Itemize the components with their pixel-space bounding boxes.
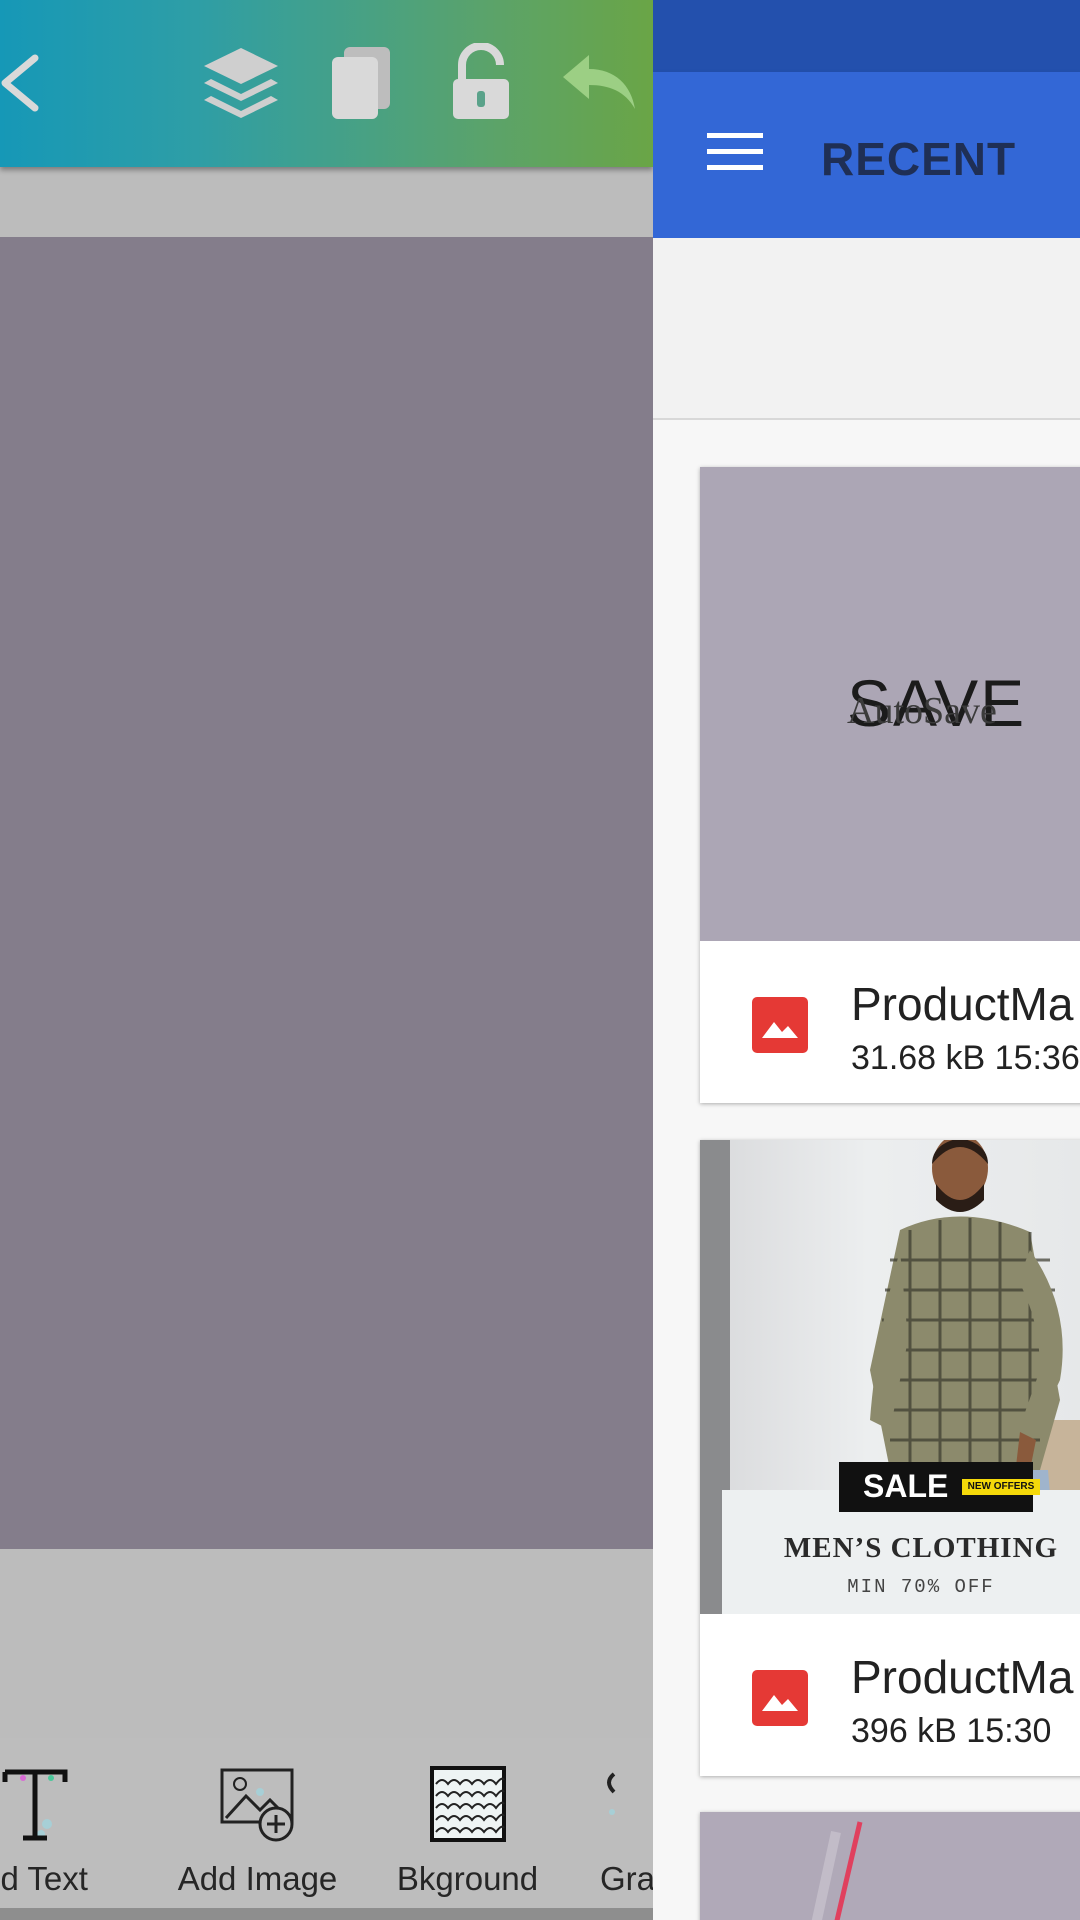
status-bar — [653, 0, 1080, 72]
poster-title: MEN’S CLOTHING — [783, 1532, 1059, 1564]
hamburger-menu-icon[interactable] — [707, 124, 763, 180]
background-pattern-icon — [380, 1762, 555, 1846]
image-file-icon — [752, 997, 808, 1053]
image-file-icon — [752, 1670, 808, 1726]
poster-subtitle: MIN 70% OFF — [847, 1576, 995, 1598]
file-thumbnail[interactable] — [700, 1812, 1080, 1920]
back-chevron-icon[interactable] — [0, 40, 62, 126]
panel-header-space — [653, 238, 1080, 420]
graphics-label: Gra — [600, 1860, 653, 1897]
file-meta: 396 kB 15:30 — [851, 1712, 1052, 1750]
graphics-tool[interactable]: Gra — [600, 1762, 653, 1912]
background-tool[interactable]: Bkground — [380, 1762, 555, 1912]
file-thumbnail[interactable]: MEN’S CLOTHING MIN 70% OFF SALE NEW OFFE… — [700, 1140, 1080, 1614]
app-bar: RECENT — [653, 72, 1080, 238]
graphics-icon — [600, 1762, 653, 1846]
recent-file-card[interactable] — [700, 1812, 1080, 1920]
recent-drawer: RECENT SAVE AutoSave ProductMa 31.68 kB … — [653, 0, 1080, 1920]
duplicate-icon[interactable] — [318, 40, 404, 126]
undo-icon[interactable] — [556, 40, 642, 126]
add-image-icon — [160, 1762, 355, 1846]
add-image-label: Add Image — [177, 1860, 338, 1897]
background-label: Bkground — [396, 1860, 539, 1897]
thumbnail-autosave-text: AutoSave — [847, 690, 997, 732]
recent-file-card[interactable]: SAVE AutoSave ProductMa 31.68 kB 15:36 — [700, 467, 1080, 1103]
offers-tag: NEW OFFERS — [962, 1479, 1040, 1495]
file-thumbnail[interactable]: SAVE AutoSave — [700, 467, 1080, 941]
page-title: RECENT — [821, 133, 1017, 185]
unlock-icon[interactable] — [438, 40, 524, 126]
bottom-divider — [0, 1908, 653, 1920]
sale-badge: SALE NEW OFFERS — [839, 1462, 1040, 1512]
editor-toolbar — [0, 0, 653, 167]
recent-file-card[interactable]: MEN’S CLOTHING MIN 70% OFF SALE NEW OFFE… — [700, 1140, 1080, 1776]
add-text-icon — [0, 1762, 120, 1846]
layers-icon[interactable] — [198, 40, 284, 126]
file-info: ProductMa 31.68 kB 15:36 — [700, 941, 1080, 1102]
file-info: ProductMa 396 kB 15:30 — [700, 1614, 1080, 1775]
file-name: ProductMa — [851, 1651, 1074, 1703]
thumbnail-text: SAVE AutoSave — [847, 665, 1047, 745]
add-image-tool[interactable]: Add Image — [160, 1762, 355, 1912]
thumbnail-decor — [811, 1821, 863, 1920]
bottom-toolbar: dd Text Add Image — [0, 1738, 653, 1920]
file-meta: 31.68 kB 15:36 — [851, 1039, 1080, 1077]
add-text-tool[interactable]: dd Text — [0, 1762, 120, 1912]
editor-screen: dd Text Add Image — [0, 0, 653, 1920]
design-canvas[interactable] — [0, 237, 653, 1549]
sale-text: SALE — [863, 1468, 949, 1504]
file-name: ProductMa — [851, 978, 1074, 1030]
add-text-label: dd Text — [0, 1860, 88, 1897]
